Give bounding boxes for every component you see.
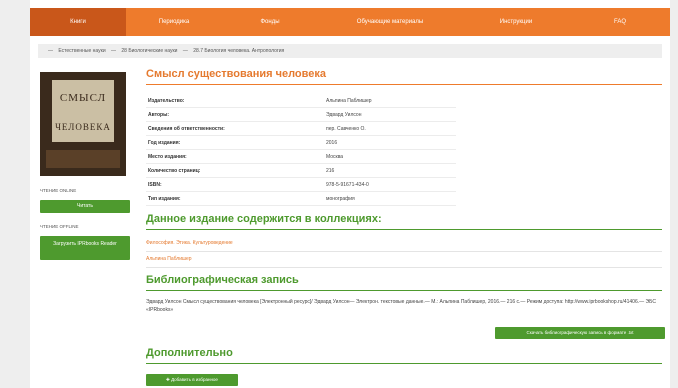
info-row-edition-type: Тип издания: монография <box>146 193 456 206</box>
breadcrumb-separator: — <box>182 48 188 54</box>
info-row-isbn: ISBN: 978-5-91671-434-0 <box>146 179 456 192</box>
bibliography-text: Эдвард Уилсон Смысл существования челове… <box>146 299 656 313</box>
cover-title-line1: СМЫСЛ <box>59 92 107 104</box>
info-value: монография <box>326 196 355 202</box>
breadcrumb-separator: — <box>48 48 53 54</box>
nav-books[interactable]: Книги <box>30 8 126 36</box>
info-value: Эдвард Уилсон <box>326 112 362 118</box>
nav-periodicals[interactable]: Периодика <box>126 8 222 36</box>
info-row-pages: Количество страниц: 216 <box>146 165 456 178</box>
collection-link-alpina[interactable]: Альпина Паблишер <box>146 256 192 262</box>
divider <box>146 251 662 252</box>
collections-underline <box>146 229 662 230</box>
info-label: Издательство: <box>148 98 185 104</box>
info-label: Авторы: <box>148 112 170 118</box>
breadcrumb-biology[interactable]: 28 Биологические науки <box>121 48 177 54</box>
cover-title-panel <box>52 80 114 142</box>
info-value: 2016 <box>326 140 338 146</box>
info-value: Москва <box>326 154 344 160</box>
info-value: пер. Савченко О. <box>326 126 366 132</box>
breadcrumb-natural-sciences[interactable]: Естественные науки <box>58 48 105 54</box>
main-nav: Книги Периодика Фонды Обучающие материал… <box>30 8 670 36</box>
info-value: 978-5-91671-434-0 <box>326 182 369 188</box>
page-container: Книги Периодика Фонды Обучающие материал… <box>30 0 670 388</box>
breadcrumb: — Естественные науки — 28 Биологические … <box>38 44 662 58</box>
info-row-year: Год издания: 2016 <box>146 137 456 150</box>
nav-instructions[interactable]: Инструкции <box>462 8 570 36</box>
info-value: 216 <box>326 168 335 174</box>
info-row-publisher: Издательство: Альпина Паблишер <box>146 95 456 108</box>
book-cover-image: СМЫСЛ ЧЕЛОВЕКА <box>40 72 126 176</box>
breadcrumb-separator: — <box>111 48 116 54</box>
nav-faq[interactable]: FAQ <box>570 8 670 36</box>
read-online-button[interactable]: Читать <box>40 200 130 213</box>
bibliography-underline <box>146 290 662 291</box>
nav-learning-materials[interactable]: Обучающие материалы <box>318 8 462 36</box>
cover-title-line2: ЧЕЛОВЕКА <box>55 122 111 132</box>
info-label: Сведения об ответственности: <box>148 126 225 132</box>
breadcrumb-anthropology[interactable]: 28.7 Биология человека. Антропология <box>193 48 284 54</box>
collection-link-philosophy[interactable]: Философия. Этика. Культуроведение <box>146 240 233 246</box>
offline-reading-label: ЧТЕНИЕ OFFLINE <box>40 224 79 229</box>
collections-heading: Данное издание содержится в коллекциях: <box>146 213 382 225</box>
info-label: Год издания: <box>148 140 181 146</box>
info-value: Альпина Паблишер <box>326 98 372 104</box>
bibliography-heading: Библиографическая запись <box>146 274 299 286</box>
title-underline <box>146 84 662 85</box>
info-row-place: Место издания: Москва <box>146 151 456 164</box>
cover-illustration <box>46 150 120 168</box>
info-row-authors: Авторы: Эдвард Уилсон <box>146 109 456 122</box>
online-reading-label: ЧТЕНИЕ ONLINE <box>40 188 77 193</box>
nav-funds[interactable]: Фонды <box>222 8 318 36</box>
extra-underline <box>146 363 662 364</box>
info-label: Место издания: <box>148 154 187 160</box>
extra-heading: Дополнительно <box>146 347 233 359</box>
info-label: Тип издания: <box>148 196 181 202</box>
info-label: Количество страниц: <box>148 168 201 174</box>
divider <box>146 267 662 268</box>
info-row-responsibility: Сведения об ответственности: пер. Савчен… <box>146 123 456 136</box>
book-title: Смысл существования человека <box>146 68 327 80</box>
add-to-favorites-button[interactable]: ✚ Добавить в избранное <box>146 374 238 386</box>
info-label: ISBN: <box>148 182 162 188</box>
download-reader-button[interactable]: Загрузить IPRbooks Reader <box>40 236 130 260</box>
download-bibliography-button[interactable]: Скачать библиографическую запись в форма… <box>495 327 665 339</box>
